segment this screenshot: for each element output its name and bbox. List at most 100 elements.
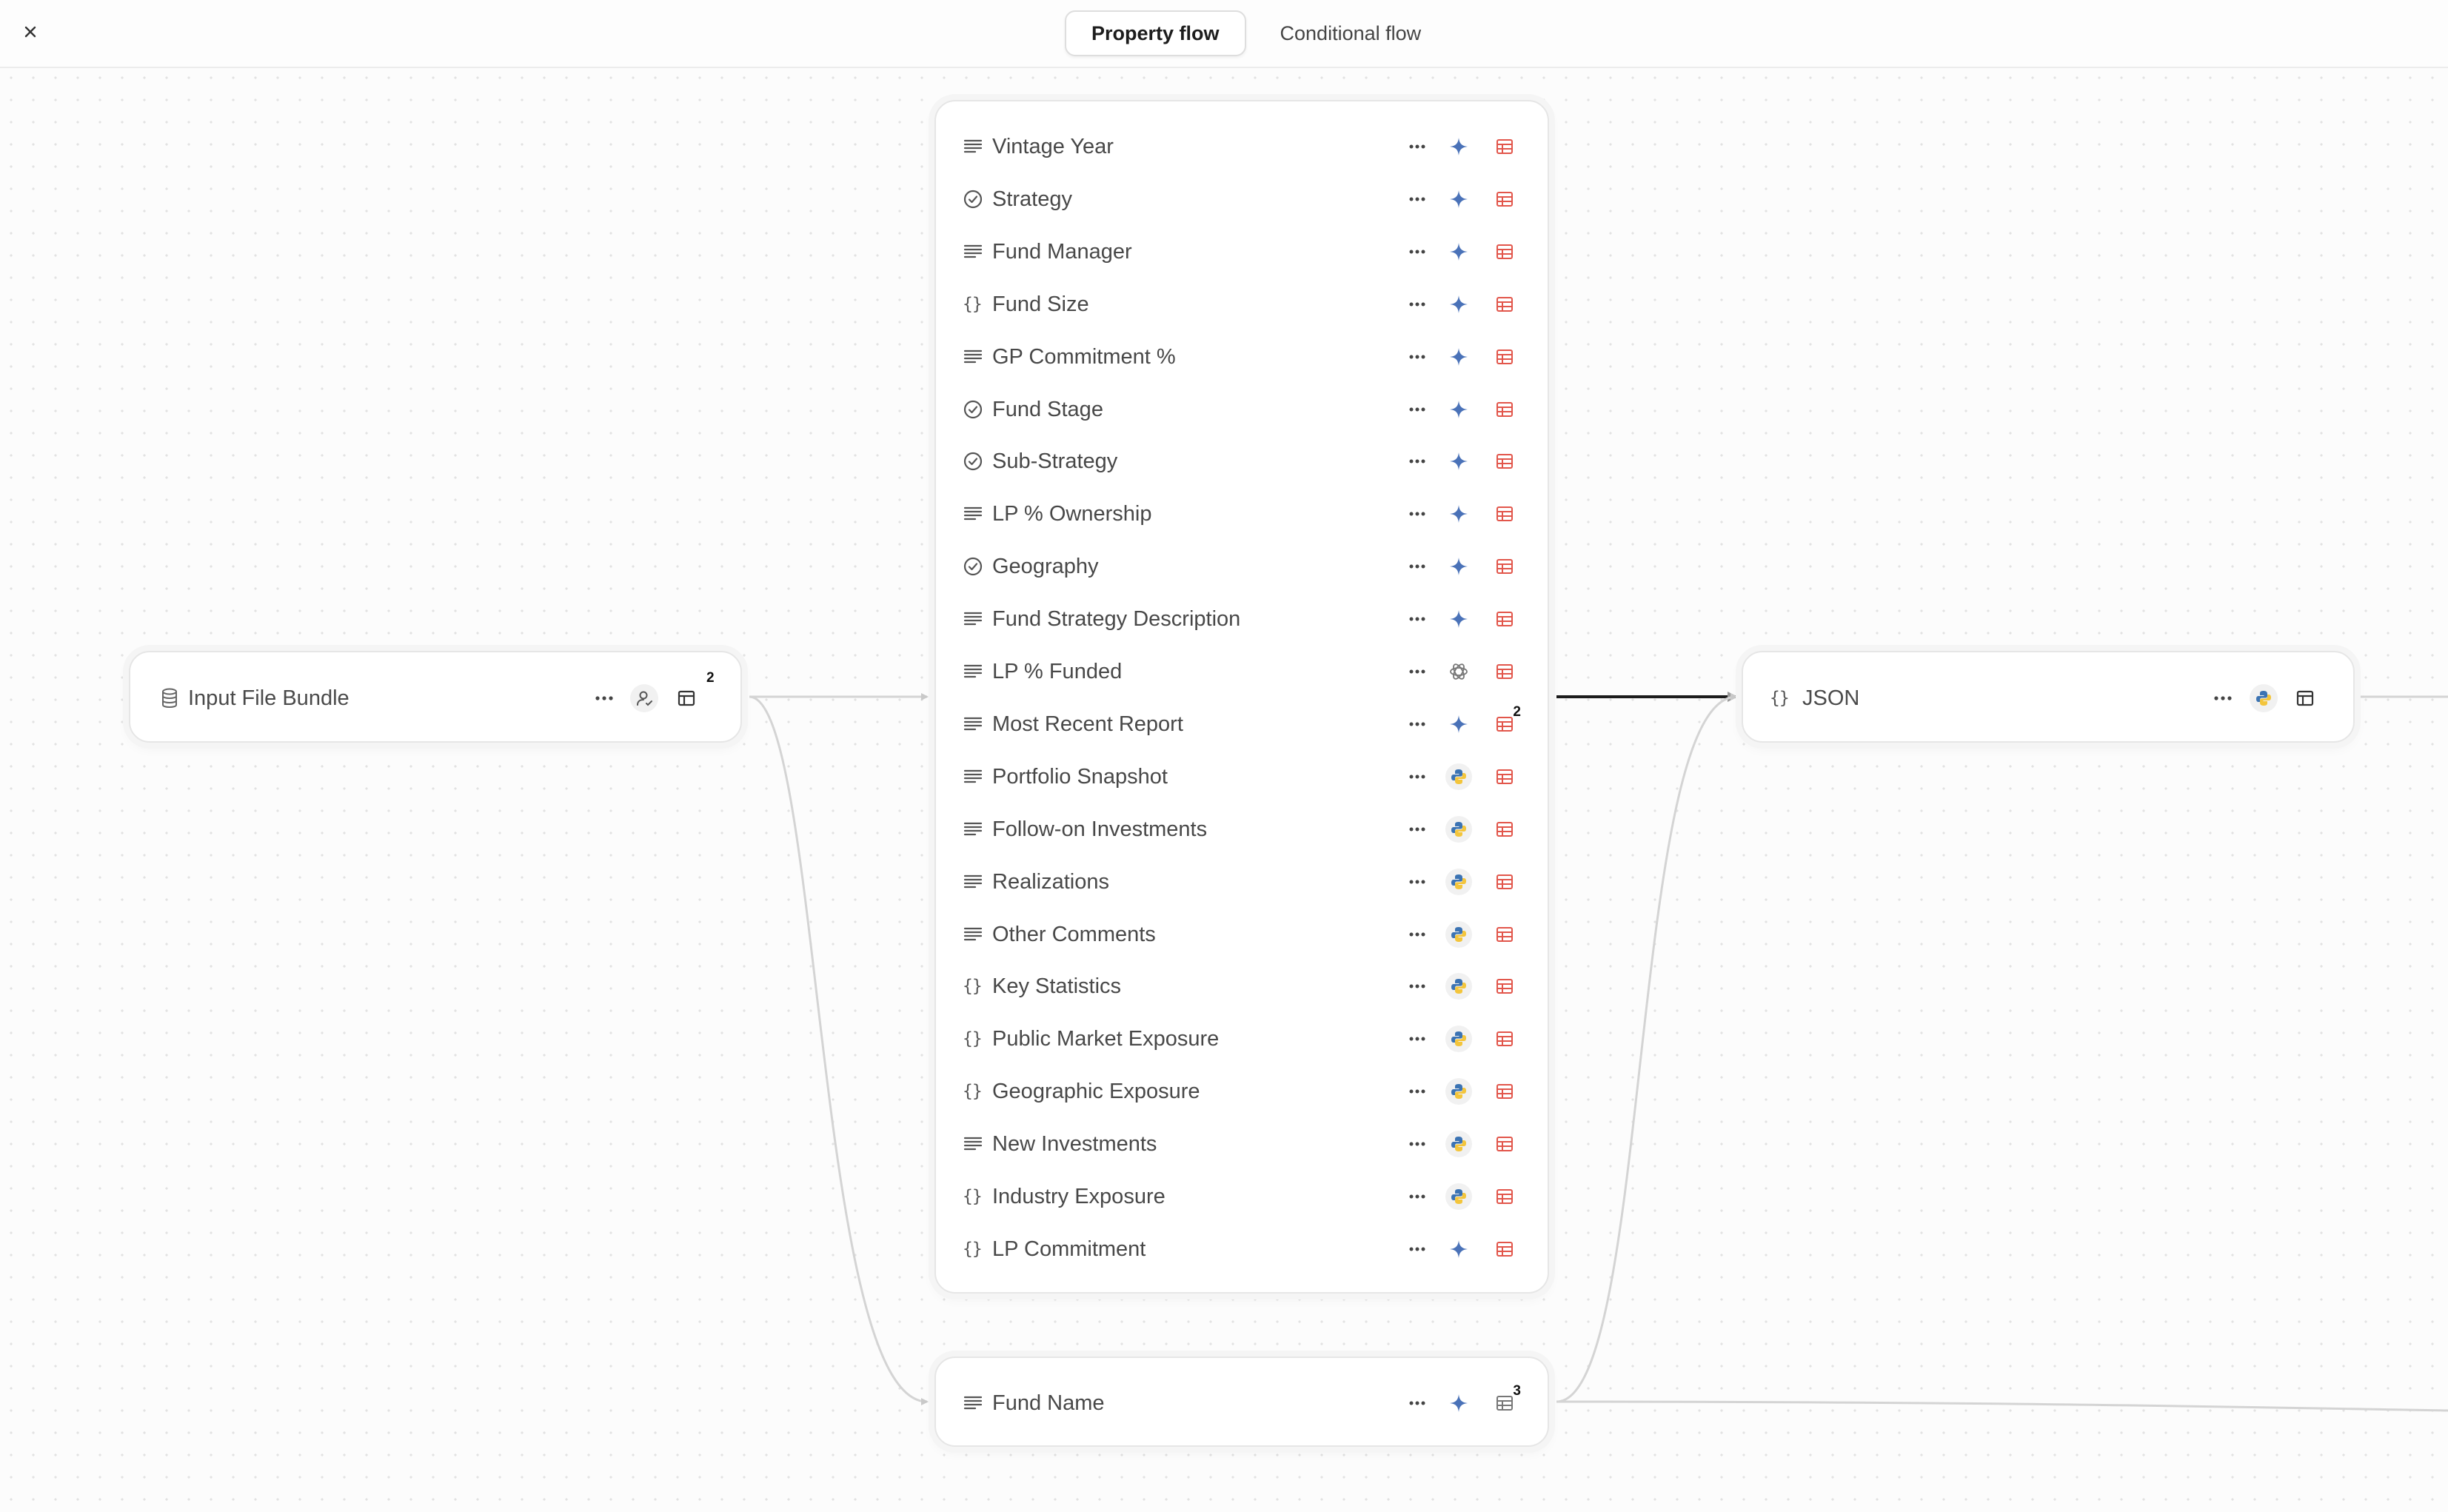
ai-extract-button[interactable] xyxy=(1445,606,1472,632)
table-button[interactable] xyxy=(1491,816,1518,843)
table-button[interactable] xyxy=(1491,291,1518,318)
python-button[interactable] xyxy=(1445,1131,1472,1157)
python-button[interactable] xyxy=(1445,816,1472,843)
table-button[interactable] xyxy=(1491,1183,1518,1210)
table-button[interactable] xyxy=(1491,921,1518,948)
property-row[interactable]: Fund Name 3 xyxy=(936,1377,1548,1429)
python-button[interactable] xyxy=(2250,684,2278,712)
more-button[interactable] xyxy=(2208,685,2238,712)
property-row[interactable]: GP Commitment % xyxy=(936,331,1548,383)
table-button[interactable] xyxy=(1491,1131,1518,1157)
fund-name-node[interactable]: Fund Name 3 xyxy=(934,1357,1549,1447)
property-row[interactable]: Realizations xyxy=(936,856,1548,908)
table-button[interactable] xyxy=(1491,133,1518,160)
property-row[interactable]: Fund Strategy Description xyxy=(936,593,1548,645)
more-button[interactable] xyxy=(1404,344,1431,370)
property-row[interactable]: {} Key Statistics xyxy=(936,960,1548,1012)
python-button[interactable] xyxy=(1445,921,1472,948)
table-button[interactable] xyxy=(1491,763,1518,790)
property-row[interactable]: Vintage Year xyxy=(936,121,1548,173)
more-button[interactable] xyxy=(1404,133,1431,160)
table-button[interactable] xyxy=(1491,396,1518,423)
table-button[interactable] xyxy=(1491,869,1518,895)
ai-extract-button[interactable] xyxy=(1445,344,1472,370)
table-button[interactable] xyxy=(1491,1236,1518,1262)
property-row[interactable]: Other Comments xyxy=(936,909,1548,960)
more-button[interactable] xyxy=(1404,448,1431,475)
property-row[interactable]: Follow-on Investments xyxy=(936,803,1548,855)
ai-extract-button[interactable] xyxy=(1445,501,1472,527)
table-button[interactable] xyxy=(2291,684,2319,712)
more-button[interactable] xyxy=(1404,238,1431,265)
more-button[interactable] xyxy=(1404,606,1431,632)
python-button[interactable] xyxy=(1445,869,1472,895)
ai-extract-button[interactable] xyxy=(1445,553,1472,580)
python-button[interactable] xyxy=(1445,1183,1472,1210)
assign-user-button[interactable] xyxy=(630,684,658,712)
json-node[interactable]: {} JSON xyxy=(1742,651,2355,743)
ai-extract-button[interactable] xyxy=(1445,1236,1472,1262)
table-button[interactable] xyxy=(1491,553,1518,580)
table-button[interactable] xyxy=(1491,344,1518,370)
table-button[interactable] xyxy=(1491,501,1518,527)
more-button[interactable] xyxy=(1404,186,1431,213)
property-row[interactable]: Geography xyxy=(936,541,1548,592)
more-button[interactable] xyxy=(1404,291,1431,318)
ai-extract-button[interactable] xyxy=(1445,238,1472,265)
more-button[interactable] xyxy=(1404,869,1431,895)
ai-extract-button[interactable] xyxy=(1445,1390,1472,1416)
more-button[interactable] xyxy=(1404,501,1431,527)
table-button[interactable] xyxy=(1491,1078,1518,1105)
property-row[interactable]: {} Fund Size xyxy=(936,278,1548,330)
more-button[interactable] xyxy=(1404,921,1431,948)
openai-button[interactable] xyxy=(1445,658,1472,685)
python-button[interactable] xyxy=(1445,973,1472,1000)
table-button[interactable] xyxy=(1491,606,1518,632)
property-row[interactable]: Most Recent Report 2 xyxy=(936,698,1548,750)
python-button[interactable] xyxy=(1445,1078,1472,1105)
property-row[interactable]: Strategy xyxy=(936,173,1548,225)
more-button[interactable] xyxy=(1404,658,1431,685)
table-button[interactable] xyxy=(672,684,700,712)
more-button[interactable] xyxy=(1404,1131,1431,1157)
property-row[interactable]: Portfolio Snapshot xyxy=(936,751,1548,803)
ai-extract-button[interactable] xyxy=(1445,396,1472,423)
ai-extract-button[interactable] xyxy=(1445,448,1472,475)
input-file-bundle-node[interactable]: Input File Bundle 2 xyxy=(129,651,742,743)
property-row[interactable]: {} LP Commitment xyxy=(936,1223,1548,1275)
python-button[interactable] xyxy=(1445,1026,1472,1052)
property-row[interactable]: Sub-Strategy xyxy=(936,435,1548,487)
more-icon xyxy=(1409,1142,1425,1146)
more-button[interactable] xyxy=(1404,1183,1431,1210)
more-button[interactable] xyxy=(1404,1026,1431,1052)
property-row[interactable]: {} Public Market Exposure xyxy=(936,1013,1548,1065)
more-button[interactable] xyxy=(1404,1078,1431,1105)
property-row[interactable]: New Investments xyxy=(936,1118,1548,1170)
ai-extract-button[interactable] xyxy=(1445,186,1472,213)
table-button[interactable] xyxy=(1491,238,1518,265)
property-row[interactable]: {} Industry Exposure xyxy=(936,1171,1548,1222)
ai-extract-button[interactable] xyxy=(1445,711,1472,737)
property-row[interactable]: LP % Funded xyxy=(936,646,1548,698)
property-row[interactable]: Fund Stage xyxy=(936,384,1548,435)
table-button[interactable] xyxy=(1491,186,1518,213)
property-row[interactable]: {} Geographic Exposure xyxy=(936,1066,1548,1117)
ai-extract-button[interactable] xyxy=(1445,133,1472,160)
more-button[interactable] xyxy=(1404,711,1431,737)
more-button[interactable] xyxy=(1404,763,1431,790)
table-button[interactable] xyxy=(1491,1026,1518,1052)
more-button[interactable] xyxy=(1404,396,1431,423)
more-button[interactable] xyxy=(1404,973,1431,1000)
more-button[interactable] xyxy=(1404,553,1431,580)
more-button[interactable] xyxy=(589,685,619,712)
python-button[interactable] xyxy=(1445,763,1472,790)
table-button[interactable] xyxy=(1491,448,1518,475)
table-button[interactable] xyxy=(1491,658,1518,685)
property-row[interactable]: LP % Ownership xyxy=(936,488,1548,540)
property-row[interactable]: Fund Manager xyxy=(936,226,1548,278)
table-button[interactable] xyxy=(1491,973,1518,1000)
more-button[interactable] xyxy=(1404,1390,1431,1416)
more-button[interactable] xyxy=(1404,816,1431,843)
more-button[interactable] xyxy=(1404,1236,1431,1262)
ai-extract-button[interactable] xyxy=(1445,291,1472,318)
